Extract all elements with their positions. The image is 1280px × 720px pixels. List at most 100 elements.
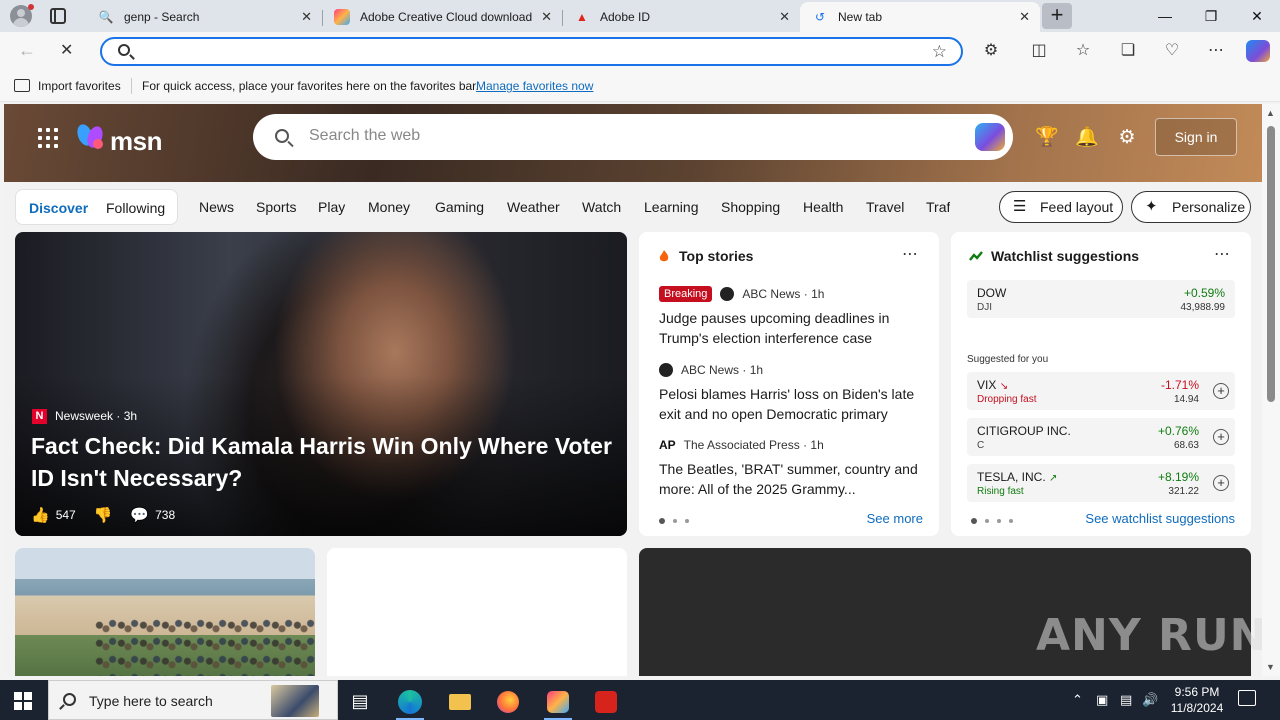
quote-row[interactable]: VIX ↘ Dropping fast -1.71% 14.94 + bbox=[967, 372, 1235, 410]
device-icon[interactable]: ▣ bbox=[1096, 692, 1108, 708]
msn-logo-text[interactable]: msn bbox=[110, 126, 162, 157]
carousel-dots[interactable] bbox=[659, 518, 689, 524]
import-favorites-button[interactable]: Import favorites bbox=[38, 79, 121, 93]
quote-row[interactable]: DOW DJI +0.59% 43,988.99 bbox=[967, 280, 1235, 318]
tab-adobe-id[interactable]: ▲ Adobe ID ✕ bbox=[562, 2, 800, 32]
thumbs-down-icon[interactable]: 👎 bbox=[94, 506, 113, 524]
task-view-icon[interactable]: ▤ bbox=[340, 684, 380, 720]
notification-center-icon[interactable] bbox=[1238, 690, 1256, 706]
nav-learning[interactable]: Learning bbox=[644, 199, 699, 215]
tab-following[interactable]: Following bbox=[106, 200, 165, 216]
sign-in-button[interactable]: Sign in bbox=[1155, 118, 1237, 156]
copilot-icon[interactable] bbox=[1246, 40, 1270, 62]
notifications-bell-icon[interactable]: 🔔 bbox=[1075, 126, 1099, 150]
close-window-button[interactable]: ✕ bbox=[1234, 0, 1280, 32]
scroll-up-arrow-icon[interactable]: ▲ bbox=[1266, 108, 1275, 118]
address-bar[interactable]: ☆ bbox=[100, 37, 963, 66]
stop-loading-icon[interactable]: ✕ bbox=[60, 40, 73, 60]
story-source-name: ABC News bbox=[681, 363, 740, 377]
address-input[interactable] bbox=[142, 42, 902, 62]
acrobat-icon[interactable] bbox=[586, 684, 626, 720]
more-options-icon[interactable]: ⋯ bbox=[902, 244, 919, 264]
nav-health[interactable]: Health bbox=[803, 199, 843, 215]
tab-new-tab[interactable]: ↺ New tab ✕ bbox=[800, 2, 1040, 32]
collections-icon[interactable]: ❏ bbox=[1117, 40, 1139, 62]
volume-icon[interactable]: 🔊 bbox=[1142, 692, 1158, 708]
quote-name: TESLA, INC. ↗ bbox=[977, 470, 1057, 484]
back-arrow-icon[interactable]: ← bbox=[18, 40, 36, 61]
nav-travel[interactable]: Travel bbox=[866, 199, 904, 215]
split-screen-icon[interactable]: ◫ bbox=[1028, 40, 1050, 62]
creative-cloud-taskbar-icon[interactable] bbox=[538, 684, 578, 720]
browser-essentials-icon[interactable]: ♡ bbox=[1161, 40, 1183, 62]
edge-taskbar-icon[interactable] bbox=[390, 684, 430, 720]
nav-traffic[interactable]: Traf bbox=[926, 199, 950, 215]
personalize-button[interactable]: ✦ Personalize bbox=[1131, 191, 1251, 223]
story-item[interactable]: ABC News · 1h Pelosi blames Harris' loss… bbox=[659, 360, 927, 424]
nav-sports[interactable]: Sports bbox=[256, 199, 296, 215]
nav-shopping[interactable]: Shopping bbox=[721, 199, 780, 215]
hero-story-card[interactable]: N Newsweek · 3h Fact Check: Did Kamala H… bbox=[15, 232, 627, 536]
add-to-watchlist-icon[interactable]: + bbox=[1213, 475, 1229, 491]
nav-gaming[interactable]: Gaming bbox=[435, 199, 484, 215]
tab-actions-icon[interactable] bbox=[50, 8, 66, 24]
page-scrollbar[interactable]: ▲ ▼ bbox=[1262, 104, 1280, 676]
system-clock[interactable]: 9:56 PM 11/8/2024 bbox=[1164, 684, 1230, 716]
nav-watch[interactable]: Watch bbox=[582, 199, 621, 215]
copilot-icon[interactable] bbox=[975, 123, 1005, 151]
beach-story-image[interactable] bbox=[15, 548, 315, 676]
comment-icon[interactable]: 💬 bbox=[130, 506, 149, 524]
nav-money[interactable]: Money bbox=[368, 199, 410, 215]
more-menu-icon[interactable]: ⋯ bbox=[1205, 40, 1227, 62]
tab-creative-cloud[interactable]: Adobe Creative Cloud download ✕ bbox=[322, 2, 563, 32]
firefox-icon[interactable] bbox=[488, 684, 528, 720]
tab-discover[interactable]: Discover bbox=[29, 200, 88, 216]
extensions-icon[interactable]: ⚙ bbox=[980, 40, 1002, 62]
show-hidden-icons-icon[interactable]: ⌃ bbox=[1072, 692, 1083, 708]
restore-button[interactable]: ❐ bbox=[1188, 0, 1234, 32]
quote-row[interactable]: CITIGROUP INC. C +0.76% 68.63 + bbox=[967, 418, 1235, 456]
carousel-dots[interactable] bbox=[971, 518, 1013, 524]
web-search-box[interactable] bbox=[253, 114, 1013, 160]
nav-news[interactable]: News bbox=[199, 199, 234, 215]
close-icon[interactable]: ✕ bbox=[301, 9, 312, 25]
story-headline[interactable]: Judge pauses upcoming deadlines in Trump… bbox=[659, 308, 927, 348]
file-explorer-icon[interactable] bbox=[440, 684, 480, 720]
scroll-thumb[interactable] bbox=[1267, 126, 1275, 402]
story-headline[interactable]: The Beatles, 'BRAT' summer, country and … bbox=[659, 459, 927, 499]
msn-butterfly-icon[interactable] bbox=[76, 122, 106, 152]
close-icon[interactable]: ✕ bbox=[1019, 9, 1030, 25]
thumbs-up-icon[interactable]: 👍 bbox=[31, 506, 50, 524]
story-item[interactable]: Breaking ABC News · 1h Judge pauses upco… bbox=[659, 284, 927, 348]
taskbar-search-box[interactable]: Type here to search bbox=[48, 680, 338, 720]
quote-row[interactable]: TESLA, INC. ↗ Rising fast +8.19% 321.22 … bbox=[967, 464, 1235, 502]
story-headline[interactable]: Pelosi blames Harris' loss on Biden's la… bbox=[659, 384, 927, 424]
new-tab-button[interactable]: + bbox=[1042, 3, 1072, 29]
favorites-icon[interactable]: ☆ bbox=[1072, 40, 1094, 62]
see-more-link[interactable]: See more bbox=[867, 511, 923, 526]
web-search-input[interactable] bbox=[309, 127, 909, 145]
more-options-icon[interactable]: ⋯ bbox=[1214, 244, 1231, 264]
rewards-trophy-icon[interactable]: 🏆 bbox=[1035, 126, 1059, 150]
nav-weather[interactable]: Weather bbox=[507, 199, 560, 215]
settings-gear-icon[interactable]: ⚙ bbox=[1115, 126, 1139, 150]
story-item[interactable]: AP The Associated Press · 1h The Beatles… bbox=[659, 435, 927, 499]
feed-layout-button[interactable]: ☰ Feed layout bbox=[999, 191, 1123, 223]
add-to-watchlist-icon[interactable]: + bbox=[1213, 383, 1229, 399]
feed-nav: Discover Following News Sports Play Mone… bbox=[4, 182, 1262, 232]
close-icon[interactable]: ✕ bbox=[779, 9, 790, 25]
import-favorites-icon[interactable] bbox=[14, 79, 30, 92]
minimize-button[interactable]: — bbox=[1142, 0, 1188, 32]
add-to-watchlist-icon[interactable]: + bbox=[1213, 429, 1229, 445]
see-watchlist-link[interactable]: See watchlist suggestions bbox=[1085, 511, 1235, 526]
network-icon[interactable]: ▤ bbox=[1120, 692, 1132, 708]
hero-headline[interactable]: Fact Check: Did Kamala Harris Win Only W… bbox=[31, 430, 621, 494]
nav-play[interactable]: Play bbox=[318, 199, 345, 215]
scroll-down-arrow-icon[interactable]: ▼ bbox=[1266, 662, 1275, 672]
tab-genp-search[interactable]: 🔍 genp - Search ✕ bbox=[86, 2, 323, 32]
apps-grid-icon[interactable] bbox=[38, 128, 58, 148]
close-icon[interactable]: ✕ bbox=[541, 9, 552, 25]
manage-favorites-link[interactable]: Manage favorites now bbox=[476, 79, 593, 93]
favorite-star-icon[interactable]: ☆ bbox=[932, 42, 947, 62]
windows-start-icon[interactable] bbox=[14, 692, 32, 710]
